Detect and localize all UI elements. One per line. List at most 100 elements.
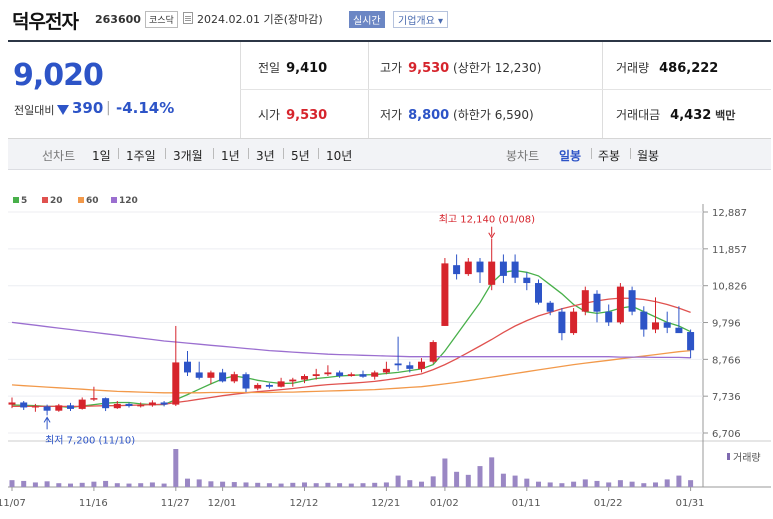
volume-bar [173,449,179,487]
volume-bar [594,480,600,487]
volume-bar [477,466,483,487]
candle-body [476,261,484,273]
volume-bar [664,479,670,487]
volume-bar [196,479,202,487]
candle-body [43,406,51,411]
x-tick-label: 11/07 [0,498,26,509]
volume-bar [512,475,518,487]
volume-bar [9,480,15,487]
volume-bar [149,482,155,487]
candle-body [20,402,28,408]
candle-body [488,261,496,285]
candle-body [558,311,566,334]
candle-body [31,406,39,408]
x-tick-label: 12/12 [290,498,319,509]
volume-bar [348,483,354,487]
volume-bar [454,471,460,487]
volume-bar [676,475,682,487]
x-tick-label: 12/01 [208,498,237,509]
y-tick-label: 6,706 [712,429,741,440]
candle-body [593,293,601,312]
candle-body [441,263,449,326]
chart-top [8,204,703,205]
volume-bars [9,449,694,487]
y-tick-label: 8,766 [712,355,741,366]
candle-body [640,311,648,330]
volume-bar [407,480,413,487]
y-tick-label: 7,736 [712,392,741,403]
volume-bar [653,482,658,487]
x-tick-label: 11/27 [161,498,190,509]
volume-bar [32,482,38,487]
volume-bar [278,483,284,487]
x-tick-label: 12/21 [371,498,400,509]
candles [8,238,695,416]
volume-bar [161,483,167,487]
candle-body [675,327,683,334]
volume-bar [465,474,471,487]
candle-body [418,361,425,369]
volume-bar [208,481,214,487]
candle-body [301,376,308,380]
x-tick-label: 01/11 [512,498,541,509]
volume-bar [536,481,541,487]
volume-bar [641,483,647,487]
volume-bar [103,480,109,487]
volume-bar [395,475,401,487]
candle-body [347,374,355,377]
candle-body [148,402,156,406]
candle-body [511,261,519,278]
ma-line-5 [11,269,691,409]
y-tick-label: 12,887 [712,208,747,219]
candle-body [277,381,285,387]
candle-body [570,311,578,334]
volume-bar [313,483,319,487]
volume-bar [430,476,436,487]
y-tick-label: 11,857 [712,245,747,256]
volume-bar [606,482,612,487]
candle-body [207,372,215,378]
volume-bar [688,480,694,487]
ma-line-120 [11,321,691,359]
volume-bar [56,483,62,487]
volume-bar [500,473,506,487]
candle-body [55,405,63,411]
candle-body [90,398,98,400]
candle-body [359,374,367,377]
volume-bar [571,481,577,487]
volume-bar [559,483,565,487]
volume-bar [383,482,389,487]
candle-body [195,372,203,378]
candle-body [394,363,402,366]
candle-body [336,372,344,377]
volume-bar [290,482,296,487]
volume-bar [114,483,120,487]
candle-body [125,403,133,407]
volume-bar [617,480,623,487]
price-chart[interactable]: 12,887 11,857 10,826 9,796 8,766 7,736 6,706 거래… [0,0,773,519]
candle-body [312,374,320,377]
volume-bar [231,482,237,487]
volume-bar [91,481,97,487]
volume-bar [79,482,85,487]
volume-bar [524,478,530,487]
candle-body [371,372,379,377]
candle-body [8,402,16,405]
candle-body [546,302,554,312]
volume-bar [419,481,424,487]
high-annotation: 최고 12,140 (01/08) [439,214,535,226]
volume-bar [547,482,553,487]
volume-bar [21,480,27,487]
candle-body [464,261,472,275]
candle-body [523,277,531,284]
candle-body [628,290,636,312]
candle-body [687,332,695,351]
volume-bar [68,483,73,487]
x-tick-label: 01/31 [676,498,705,509]
volume-legend-swatch [727,453,730,460]
candle-body [265,384,273,387]
candle-body [652,322,659,330]
volume-bar [126,483,132,487]
candle-body [535,283,542,303]
volume-bar [44,481,50,487]
